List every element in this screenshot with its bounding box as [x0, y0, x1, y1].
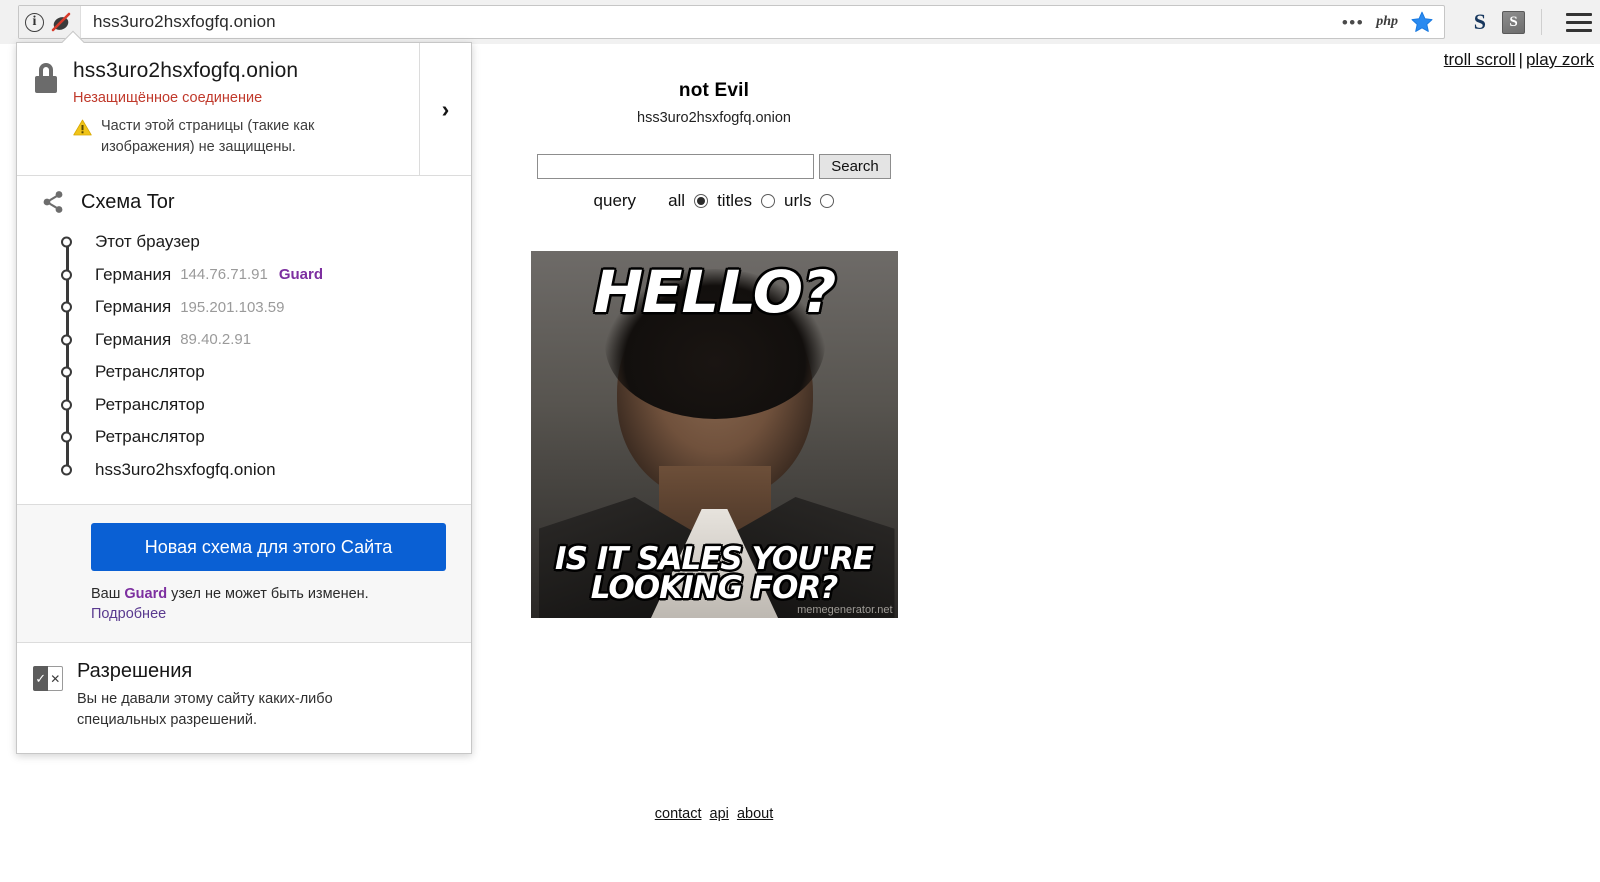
ext-square-icon[interactable]: S	[1502, 10, 1525, 34]
browser-toolbar: i hss3uro2hsxfogfq.onion ••• php S S	[0, 0, 1600, 44]
dots-icon[interactable]: •••	[1342, 14, 1364, 31]
meme-top-text: HELLO?	[593, 258, 836, 326]
star-icon[interactable]	[1410, 10, 1434, 34]
mixed-content-row: Части этой страницы (такие как изображен…	[73, 116, 383, 157]
node-bullet-icon	[61, 366, 72, 378]
chevron-right-icon[interactable]: ›	[419, 43, 471, 176]
lock-icon	[33, 63, 59, 93]
mixed-content-text: Части этой страницы (такие как изображен…	[101, 118, 315, 155]
node-bullet-icon	[61, 464, 72, 476]
site-identity-popup: hss3uro2hsxfogfq.onion Незащищённое соед…	[16, 30, 472, 755]
top-links: troll scroll | play zork	[1444, 50, 1594, 70]
node-tag-guard: Guard	[278, 266, 323, 284]
node-label: Ретранслятор	[95, 362, 205, 382]
security-header: hss3uro2hsxfogfq.onion Незащищённое соед…	[17, 43, 471, 177]
node-bullet-icon	[61, 301, 72, 313]
guard-note-suffix: узел не может быть изменен.	[167, 586, 369, 603]
radio-urls[interactable]	[820, 194, 835, 208]
permissions-title: Разрешения	[77, 660, 193, 683]
learn-more-link[interactable]: Подробнее	[91, 606, 455, 622]
radio-label-titles[interactable]: titles	[717, 191, 752, 211]
radio-label-urls[interactable]: urls	[784, 191, 811, 211]
connection-status: Незащищённое соединение	[73, 90, 263, 106]
link-troll-scroll[interactable]: troll scroll	[1444, 50, 1516, 69]
node-label: Германия	[95, 264, 172, 284]
tor-circuit-header: Схема Tor	[33, 190, 455, 214]
guard-note-tag: Guard	[124, 586, 168, 603]
footer-link-about[interactable]: about	[737, 806, 773, 822]
footer-links: contact api about	[0, 806, 1428, 822]
circuit-node: Германия 89.40.2.91	[61, 323, 455, 357]
new-circuit-section: Новая схема для этого Сайта Ваш Guard уз…	[17, 505, 471, 644]
node-label: Этот браузер	[95, 232, 200, 252]
urlbar-actions: ••• php	[1342, 10, 1444, 34]
circuit-node: hss3uro2hsxfogfq.onion	[61, 453, 455, 487]
node-label: Германия	[95, 329, 172, 349]
permissions-description: Вы не давали этому сайту каких-либо спец…	[77, 691, 333, 729]
url-bar[interactable]: i hss3uro2hsxfogfq.onion ••• php	[18, 5, 1445, 39]
search-input[interactable]	[537, 154, 815, 179]
circuit-node: Ретранслятор	[61, 356, 455, 389]
php-icon[interactable]: php	[1376, 14, 1398, 30]
node-bullet-icon	[61, 431, 72, 443]
toolbar-divider	[1541, 9, 1542, 35]
node-label: hss3uro2hsxfogfq.onion	[95, 459, 276, 479]
popup-site-name: hss3uro2hsxfogfq.onion	[73, 59, 299, 82]
permissions-section: ✓ ✕ Разрешения Вы не давали этому сайту к…	[17, 643, 471, 753]
warning-icon	[73, 119, 92, 136]
meme-image: HELLO? IS IT SALES YOU'RE LOOKING FOR? m…	[530, 251, 898, 618]
circuit-share-icon	[41, 190, 65, 214]
url-text[interactable]: hss3uro2hsxfogfq.onion	[81, 12, 1342, 32]
query-label: query	[593, 191, 637, 210]
info-icon[interactable]: i	[25, 12, 44, 32]
security-summary: hss3uro2hsxfogfq.onion Незащищённое соед…	[17, 43, 419, 175]
footer-link-api[interactable]: api	[710, 806, 729, 822]
radio-all[interactable]	[694, 194, 709, 208]
new-circuit-button[interactable]: Новая схема для этого Сайта	[91, 523, 446, 572]
circuit-node: Ретранслятор	[61, 388, 455, 422]
ext-s-icon[interactable]: S	[1474, 9, 1486, 35]
footer-link-contact[interactable]: contact	[655, 806, 702, 822]
permissions-icon: ✓ ✕	[33, 666, 63, 692]
guard-note-prefix: Ваш	[91, 586, 125, 603]
circuit-node: Этот браузер	[61, 226, 455, 259]
radio-label-all[interactable]: all	[668, 191, 685, 211]
tor-circuit-section: Схема Tor Этот браузер Германия 144.76.7…	[17, 176, 471, 506]
hamburger-icon[interactable]	[1566, 12, 1592, 32]
node-ip: 144.76.71.91	[180, 266, 268, 284]
radio-titles[interactable]	[761, 194, 776, 208]
node-bullet-icon	[61, 236, 72, 248]
meme-bottom-text: IS IT SALES YOU'RE LOOKING FOR?	[555, 540, 874, 607]
meme-watermark: memegenerator.net	[797, 604, 893, 616]
node-label: Германия	[95, 297, 172, 317]
tor-circuit-title: Схема Tor	[81, 190, 175, 213]
node-bullet-icon	[61, 399, 72, 411]
node-bullet-icon	[61, 269, 72, 281]
node-ip: 195.201.103.59	[180, 298, 285, 316]
tor-circuit-nodes: Этот браузер Германия 144.76.71.91 Guard…	[61, 226, 455, 487]
node-ip: 89.40.2.91	[180, 331, 252, 349]
circuit-node: Ретранслятор	[61, 421, 455, 454]
node-label: Ретранслятор	[95, 427, 205, 447]
browser-extensions-area: S S	[1474, 0, 1592, 44]
top-links-separator: |	[1518, 50, 1523, 69]
noscript-icon[interactable]	[50, 12, 72, 32]
node-bullet-icon	[61, 334, 72, 346]
guard-note: Ваш Guard узел не может быть изменен.	[91, 586, 455, 602]
circuit-node: Германия 195.201.103.59	[61, 291, 455, 324]
link-play-zork[interactable]: play zork	[1526, 50, 1594, 69]
circuit-node: Германия 144.76.71.91 Guard	[61, 258, 455, 292]
search-button[interactable]: Search	[819, 154, 891, 179]
node-label: Ретранслятор	[95, 394, 205, 414]
